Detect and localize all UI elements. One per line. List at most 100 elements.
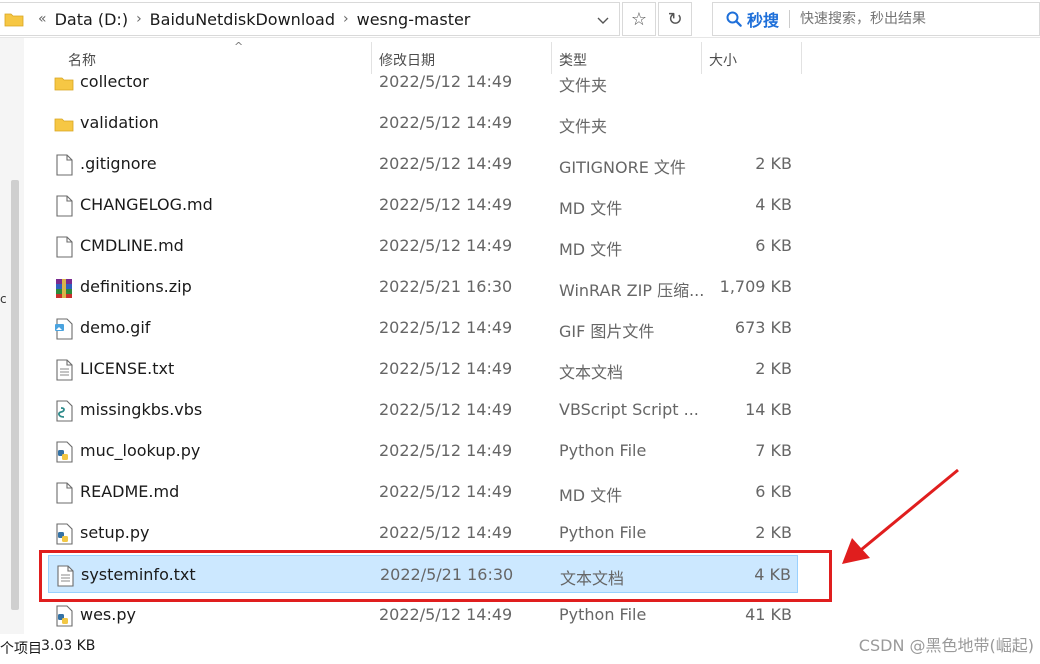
file-modified-date: 2022/5/12 14:49 <box>379 72 513 91</box>
file-type: VBScript Script ... <box>559 400 699 419</box>
file-type: Python File <box>559 441 647 460</box>
breadcrumb-separator-icon: › <box>343 11 349 27</box>
file-name: validation <box>80 113 159 132</box>
file-name: setup.py <box>80 523 150 542</box>
file-name: muc_lookup.py <box>80 441 201 460</box>
scrollbar[interactable] <box>11 180 19 610</box>
breadcrumb-current[interactable]: wesng-master <box>357 10 471 29</box>
file-size: 6 KB <box>755 236 792 255</box>
watermark: CSDN @黑色地带(崛起) <box>858 636 1034 655</box>
file-row[interactable]: demo.gif 2022/5/12 14:49 GIF 图片文件 673 KB <box>48 309 798 347</box>
file-size: 4 KB <box>755 195 792 214</box>
file-modified-date: 2022/5/12 14:49 <box>379 523 513 542</box>
breadcrumb-separator-icon: › <box>136 11 142 27</box>
status-item-count: 个项目 <box>0 641 42 657</box>
file-modified-date: 2022/5/12 14:49 <box>379 400 513 419</box>
file-type: GIF 图片文件 <box>559 322 655 341</box>
file-row[interactable]: missingkbs.vbs 2022/5/12 14:49 VBScript Sc… <box>48 391 798 429</box>
file-type: 文件夹 <box>559 76 608 95</box>
search-box[interactable]: 秒搜 <box>712 2 1040 36</box>
file-type: GITIGNORE 文件 <box>559 158 686 177</box>
folder-icon <box>54 113 74 135</box>
file-row[interactable]: validation 2022/5/12 14:49 文件夹 <box>48 104 798 142</box>
file-type: Python File <box>559 523 647 542</box>
file-modified-date: 2022/5/12 14:49 <box>379 441 513 460</box>
file-size: 14 KB <box>745 400 792 419</box>
file-size: 1,709 KB <box>719 277 792 296</box>
vbscript-icon <box>54 400 74 422</box>
file-size: 2 KB <box>755 154 792 173</box>
file-type: MD 文件 <box>559 240 623 259</box>
toolbar: « Data (D:) › BaiduNetdiskDownload › wes… <box>0 0 1040 38</box>
python-file-icon <box>54 523 74 545</box>
file-modified-date: 2022/5/12 14:49 <box>379 318 513 337</box>
file-name: .gitignore <box>80 154 157 173</box>
file-size: 6 KB <box>755 482 792 501</box>
file-row[interactable]: CHANGELOG.md 2022/5/12 14:49 MD 文件 4 KB <box>48 186 798 224</box>
file-size: 673 KB <box>734 318 792 337</box>
refresh-button[interactable]: ↻ <box>658 2 692 36</box>
search-brand: 秒搜 <box>747 11 780 30</box>
python-file-icon <box>54 441 74 463</box>
file-size: 2 KB <box>755 359 792 378</box>
file-row[interactable]: definitions.zip 2022/5/21 16:30 WinRAR ZIP… <box>48 268 798 306</box>
file-name: CHANGELOG.md <box>80 195 213 214</box>
file-name: CMDLINE.md <box>80 236 184 255</box>
refresh-icon: ↻ <box>667 8 683 30</box>
star-icon: ☆ <box>630 8 648 30</box>
file-type: Python File <box>559 605 647 624</box>
file-type: 文本文档 <box>559 363 624 382</box>
file-type: MD 文件 <box>559 199 623 218</box>
folder-icon <box>54 72 74 94</box>
address-bar[interactable]: « Data (D:) › BaiduNetdiskDownload › wes… <box>0 2 620 36</box>
winrar-icon <box>54 277 74 299</box>
blank-file-icon <box>54 195 74 217</box>
search-icon <box>726 11 742 27</box>
file-row[interactable]: .gitignore 2022/5/12 14:49 GITIGNORE 文件 2 K… <box>48 145 798 183</box>
file-modified-date: 2022/5/12 14:49 <box>379 195 513 214</box>
sort-indicator-icon: ^ <box>234 40 244 53</box>
chevron-down-icon[interactable] <box>595 12 611 28</box>
status-selected-size: 3.03 KB <box>41 638 96 654</box>
file-type: 文件夹 <box>559 117 608 136</box>
file-modified-date: 2022/5/12 14:49 <box>379 605 513 624</box>
file-name: wes.py <box>80 605 136 624</box>
blank-file-icon <box>54 482 74 504</box>
file-name: definitions.zip <box>80 277 192 296</box>
search-input[interactable] <box>800 11 1001 27</box>
file-size: 41 KB <box>745 605 792 624</box>
file-modified-date: 2022/5/12 14:49 <box>379 154 513 173</box>
file-name: README.md <box>80 482 180 501</box>
file-modified-date: 2022/5/12 14:49 <box>379 113 513 132</box>
file-row[interactable]: CMDLINE.md 2022/5/12 14:49 MD 文件 6 KB <box>48 227 798 265</box>
file-modified-date: 2022/5/12 14:49 <box>379 236 513 255</box>
file-row[interactable]: LICENSE.txt 2022/5/12 14:49 文本文档 2 KB <box>48 350 798 388</box>
file-size: 2 KB <box>755 523 792 542</box>
file-row[interactable]: muc_lookup.py 2022/5/12 14:49 Python File 7… <box>48 432 798 470</box>
file-row[interactable]: README.md 2022/5/12 14:49 MD 文件 6 KB <box>48 473 798 511</box>
file-modified-date: 2022/5/12 14:49 <box>379 359 513 378</box>
breadcrumb-overflow[interactable]: « <box>38 11 47 27</box>
favorite-button[interactable]: ☆ <box>622 2 656 36</box>
nav-pane-text: c <box>0 292 7 306</box>
file-modified-date: 2022/5/21 16:30 <box>379 277 513 296</box>
search-divider <box>789 10 791 28</box>
annotation-highlight-box <box>39 550 832 602</box>
file-row[interactable]: setup.py 2022/5/12 14:49 Python File 2 KB <box>48 514 798 552</box>
text-file-icon <box>54 359 74 381</box>
file-name: missingkbs.vbs <box>80 400 203 419</box>
file-name: collector <box>80 72 149 91</box>
breadcrumb-download[interactable]: BaiduNetdiskDownload <box>150 10 335 29</box>
file-modified-date: 2022/5/12 14:49 <box>379 482 513 501</box>
file-type: MD 文件 <box>559 486 623 505</box>
breadcrumb-drive[interactable]: Data (D:) <box>55 10 128 29</box>
image-file-icon <box>54 318 74 340</box>
folder-icon <box>4 13 24 27</box>
python-file-icon <box>54 605 74 627</box>
column-divider[interactable] <box>801 42 802 74</box>
file-size: 7 KB <box>755 441 792 460</box>
blank-file-icon <box>54 236 74 258</box>
file-type: WinRAR ZIP 压缩... <box>559 281 705 300</box>
file-row[interactable]: collector 2022/5/12 14:49 文件夹 <box>48 63 798 101</box>
file-name: demo.gif <box>80 318 151 337</box>
